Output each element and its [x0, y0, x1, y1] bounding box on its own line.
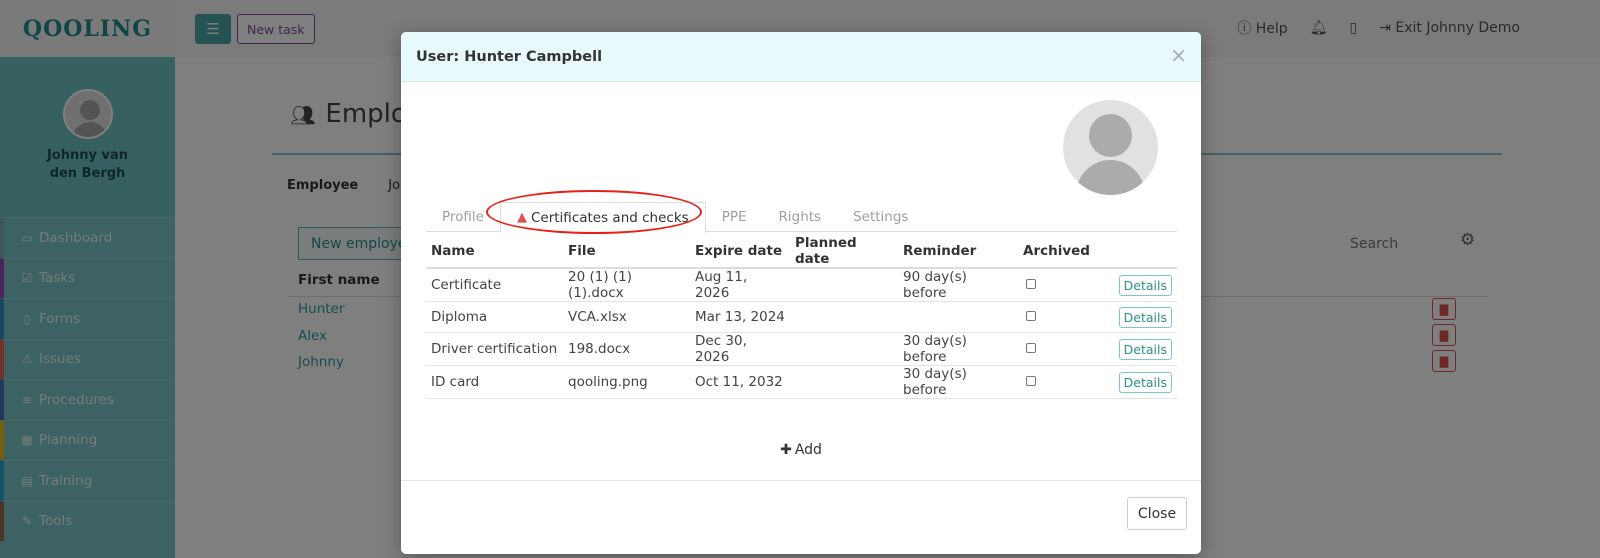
cert-file-link[interactable]: qooling.png	[563, 365, 690, 399]
details-button[interactable]: Details	[1118, 306, 1172, 328]
tab-profile[interactable]: Profile	[426, 202, 500, 232]
col-reminder: Reminder	[898, 235, 1018, 269]
cert-expire-date: Dec 30, 2026	[690, 332, 790, 366]
cert-expire-date: Oct 11, 2032	[690, 365, 790, 399]
archived-checkbox[interactable]	[1026, 376, 1036, 386]
archived-checkbox[interactable]	[1026, 311, 1036, 321]
details-button[interactable]: Details	[1118, 274, 1172, 296]
cert-archived	[1018, 301, 1098, 333]
cert-archived	[1018, 332, 1098, 366]
table-row: Certificate 20 (1) (1) (1).docx Aug 11, 20…	[426, 268, 1177, 302]
cert-actions: Details	[1098, 365, 1177, 399]
certificates-table: Name File Expire date Planned date Remin…	[426, 235, 1177, 399]
cert-reminder: 90 day(s) before	[898, 268, 1018, 302]
cert-actions: Details	[1098, 301, 1177, 333]
details-button[interactable]: Details	[1118, 371, 1172, 393]
cert-file-link[interactable]: 198.docx	[563, 332, 690, 366]
col-planned: Planned date	[790, 235, 898, 269]
cert-planned-date	[790, 301, 898, 333]
table-row: ID card qooling.png Oct 11, 2032 30 day(s) …	[426, 365, 1177, 399]
tab-settings[interactable]: Settings	[837, 202, 924, 232]
modal-tabs: Profile ▲ Certificates and checks PPE Ri…	[426, 202, 1177, 233]
cert-archived	[1018, 365, 1098, 399]
cert-reminder: 30 day(s) before	[898, 332, 1018, 366]
archived-checkbox[interactable]	[1026, 279, 1036, 289]
cert-file-link[interactable]: 20 (1) (1) (1).docx	[563, 268, 690, 302]
cert-file-link[interactable]: VCA.xlsx	[563, 301, 690, 333]
add-label: Add	[794, 442, 822, 458]
cert-planned-date	[790, 268, 898, 302]
table-row: Diploma VCA.xlsx Mar 13, 2024 Details	[426, 301, 1177, 333]
add-certificate-button[interactable]: ✚ Add	[401, 442, 1201, 458]
user-modal: User: Hunter Campbell × Profile ▲ Certif…	[401, 32, 1201, 554]
modal-header: User: Hunter Campbell ×	[401, 32, 1201, 82]
col-name: Name	[426, 235, 563, 269]
certificates-body: Certificate 20 (1) (1) (1).docx Aug 11, 20…	[426, 268, 1177, 399]
cert-name: Driver certification	[426, 332, 563, 366]
cert-reminder	[898, 301, 1018, 333]
col-archived: Archived	[1018, 235, 1098, 269]
modal-footer: Close	[401, 480, 1201, 554]
cert-reminder: 30 day(s) before	[898, 365, 1018, 399]
col-file: File	[563, 235, 690, 269]
details-button[interactable]: Details	[1118, 338, 1172, 360]
user-avatar[interactable]	[1063, 100, 1158, 195]
cert-expire-date: Mar 13, 2024	[690, 301, 790, 333]
tab-certificates-label: Certificates and checks	[530, 209, 689, 226]
table-header-row: Name File Expire date Planned date Remin…	[426, 235, 1177, 269]
archived-checkbox[interactable]	[1026, 343, 1036, 353]
cert-archived	[1018, 268, 1098, 302]
cert-planned-date	[790, 365, 898, 399]
tab-rights[interactable]: Rights	[763, 202, 838, 232]
col-expire: Expire date	[690, 235, 790, 269]
cert-planned-date	[790, 332, 898, 366]
warning-icon: ▲	[516, 210, 527, 225]
col-actions	[1098, 235, 1177, 269]
close-icon[interactable]: ×	[1170, 45, 1187, 65]
modal-title: User: Hunter Campbell	[416, 48, 603, 65]
cert-expire-date: Aug 11, 2026	[690, 268, 790, 302]
cert-name: Certificate	[426, 268, 563, 302]
tab-ppe[interactable]: PPE	[706, 202, 763, 232]
cert-name: Diploma	[426, 301, 563, 333]
plus-icon: ✚	[780, 442, 792, 458]
cert-actions: Details	[1098, 332, 1177, 366]
close-button[interactable]: Close	[1127, 497, 1187, 530]
cert-name: ID card	[426, 365, 563, 399]
cert-actions: Details	[1098, 268, 1177, 302]
tab-certificates[interactable]: ▲ Certificates and checks	[499, 202, 706, 233]
table-row: Driver certification 198.docx Dec 30, 2026…	[426, 332, 1177, 366]
